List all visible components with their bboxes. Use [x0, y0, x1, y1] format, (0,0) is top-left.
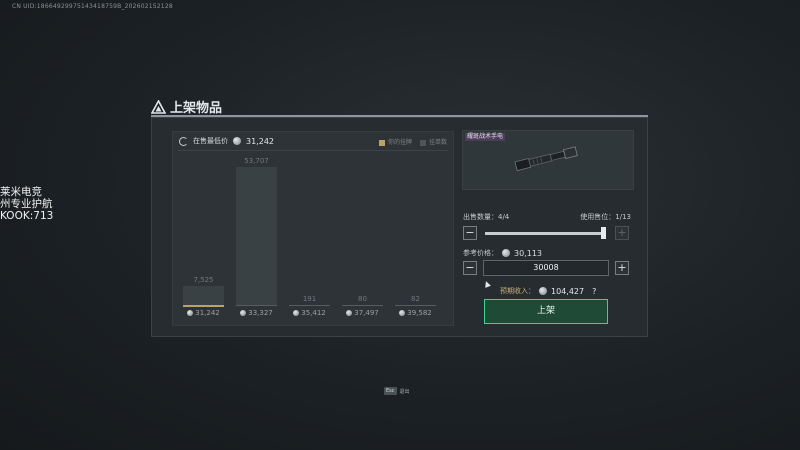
x-tick-label: 35,412 [283, 309, 337, 317]
quantity-slider-thumb[interactable] [601, 227, 606, 239]
bar-1[interactable] [236, 167, 277, 305]
x-tick-label: 33,327 [230, 309, 284, 317]
price-input-row: − 30008 + [463, 260, 631, 276]
coin-icon [502, 249, 510, 257]
bar-value-label: 191 [302, 294, 317, 303]
reference-price-row: 参考价格： 30,113 [463, 248, 542, 258]
item-name-tag: 耀斑战术手电 [465, 133, 506, 141]
coin-icon [240, 310, 247, 316]
bar-0[interactable] [183, 285, 224, 305]
overlay-line: KOOK:713 [0, 210, 54, 222]
stream-overlay: 莱米电竞 州专业护航 KOOK:713 [0, 186, 53, 222]
coin-icon [293, 310, 300, 316]
quantity-value: 4/4 [498, 213, 510, 221]
quantity-increase-button[interactable]: + [615, 226, 629, 240]
coin-icon [187, 310, 194, 316]
item-preview: 耀斑战术手电 [462, 130, 634, 190]
quantity-label: 出售数量： [463, 213, 498, 221]
bar-baseline [183, 305, 224, 307]
x-tick-label: 37,497 [336, 309, 390, 317]
bars-area: 7,525 31,242 53,707 33,327 191 35,412 80 37,497… [173, 132, 453, 325]
slots-label: 使用售位： [580, 213, 616, 221]
dialog-title: 上架物品 [170, 101, 223, 116]
coin-icon [539, 287, 547, 295]
coin-icon [399, 310, 406, 316]
price-decrease-button[interactable]: − [463, 261, 477, 275]
expected-income-row: 预期收入： 104,427 ? [500, 286, 596, 296]
price-distribution-chart: 在售最低价 31,242 你的挂牌 挂单数 7,525 31,242 53,707 3… [172, 131, 454, 326]
quantity-info: 出售数量：4/4 [463, 212, 509, 222]
list-item-button[interactable]: 上架 [484, 299, 608, 324]
bar-baseline [236, 305, 277, 306]
quantity-decrease-button[interactable]: − [463, 226, 477, 240]
flashlight-icon [514, 146, 578, 171]
warning-triangle-icon [151, 99, 166, 114]
quantity-slider-track[interactable] [485, 232, 605, 235]
coin-icon [346, 310, 353, 316]
slots-value: 1/13 [615, 213, 631, 221]
overlay-line: 莱米电竞 [0, 186, 42, 198]
price-increase-button[interactable]: + [615, 261, 629, 275]
exit-hint[interactable]: Esc 退出 [384, 387, 410, 395]
reference-price-label: 参考价格： [463, 249, 498, 257]
bar-baseline [395, 305, 436, 306]
esc-key: Esc [384, 387, 397, 395]
x-tick-label: 31,242 [177, 309, 231, 317]
bar-baseline [342, 305, 383, 306]
income-value: 104,427 [551, 286, 585, 296]
dialog-header: 上架物品 [151, 97, 222, 116]
slots-info: 使用售位：1/13 [580, 212, 631, 222]
income-label: 预期收入： [500, 287, 535, 295]
bar-value-label: 82 [411, 294, 420, 303]
x-tick-label: 39,582 [389, 309, 443, 317]
reference-price-value: 30,113 [514, 248, 542, 258]
bar-value-label: 53,707 [244, 157, 269, 165]
exit-label: 退出 [399, 388, 410, 395]
quantity-slider-row: − + [463, 226, 631, 241]
price-input[interactable]: 30008 [483, 260, 609, 276]
quantity-row: 出售数量：4/4 使用售位：1/13 [463, 212, 631, 222]
overlay-line: 州专业护航 [0, 198, 53, 210]
uid-text: CN UID:18664929975143418759B_20260215212… [12, 3, 173, 10]
bar-value-label: 7,525 [193, 275, 214, 284]
bar-value-label: 80 [358, 294, 367, 303]
help-icon[interactable]: ? [592, 287, 596, 296]
bar-baseline [289, 305, 330, 306]
